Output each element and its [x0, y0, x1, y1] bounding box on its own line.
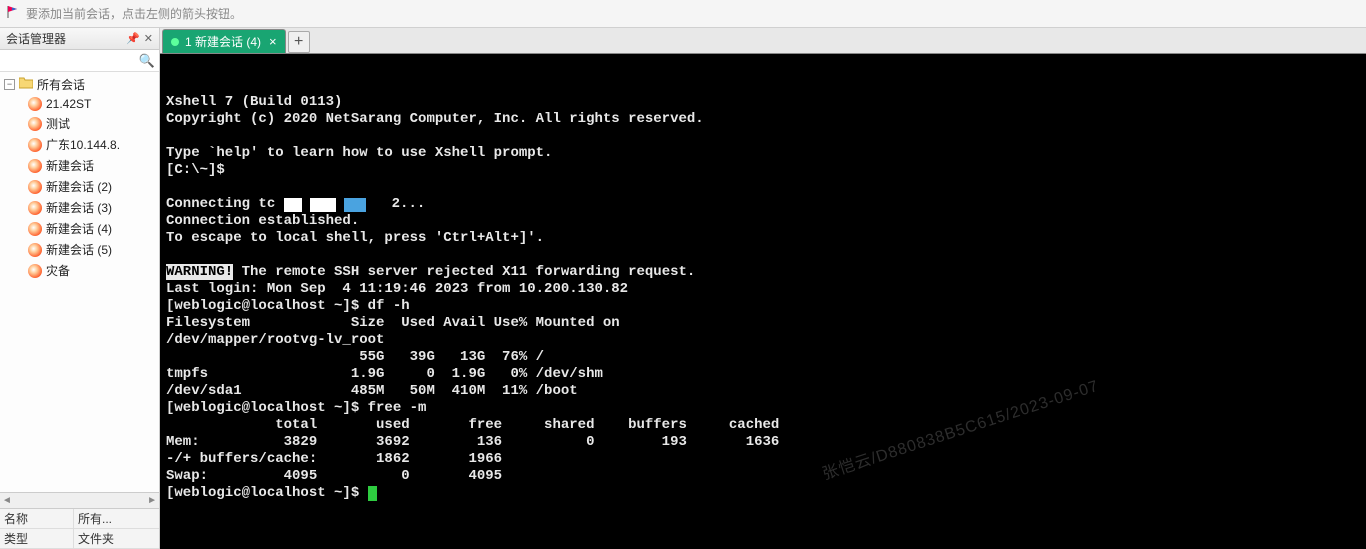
session-icon — [28, 201, 42, 215]
session-icon — [28, 243, 42, 257]
session-item[interactable]: 新建会话 — [0, 155, 159, 176]
prop-value-name: 所有... — [74, 510, 112, 527]
session-item[interactable]: 广东10.144.8. — [0, 134, 159, 155]
cursor — [368, 486, 377, 501]
tab-active[interactable]: 1 新建会话 (4) × — [162, 29, 286, 53]
terminal-line: Xshell 7 (Build 0113) — [166, 94, 1360, 111]
terminal-line: /dev/mapper/rootvg-lv_root — [166, 332, 1360, 349]
prop-row: 类型 文件夹 — [0, 529, 159, 549]
terminal-line: 55G 39G 13G 76% / — [166, 349, 1360, 366]
scroll-right-icon[interactable]: ► — [147, 495, 157, 506]
tree-root-label: 所有会话 — [37, 76, 85, 93]
hint-text: 要添加当前会话，点击左侧的箭头按钮。 — [26, 5, 242, 22]
session-item[interactable]: 新建会话 (5) — [0, 239, 159, 260]
terminal-line: [weblogic@localhost ~]$ free -m — [166, 400, 1360, 417]
terminal-line: [weblogic@localhost ~]$ — [166, 485, 1360, 502]
terminal-line: total used free shared buffers cached — [166, 417, 1360, 434]
session-manager-panel: 会话管理器 📌 ✕ 🔍 − 所有会话 21.42ST 测试 广东10.144.8… — [0, 28, 160, 549]
close-panel-icon[interactable]: ✕ — [144, 32, 153, 45]
sidebar-title: 会话管理器 — [6, 30, 66, 47]
tab-title: 1 新建会话 (4) — [185, 33, 261, 50]
tab-bar: 1 新建会话 (4) × + — [160, 28, 1366, 54]
status-dot-icon — [171, 38, 179, 46]
session-item[interactable]: 灾备 — [0, 260, 159, 281]
terminal-line — [166, 247, 1360, 264]
sidebar-search[interactable]: 🔍 — [0, 50, 159, 72]
new-tab-button[interactable]: + — [288, 31, 310, 53]
session-icon — [28, 117, 42, 131]
pin-icon[interactable]: 📌 — [126, 32, 140, 45]
sidebar-header: 会话管理器 📌 ✕ — [0, 28, 159, 50]
terminal-line: Filesystem Size Used Avail Use% Mounted … — [166, 315, 1360, 332]
session-icon — [28, 264, 42, 278]
session-icon — [28, 159, 42, 173]
tree-root[interactable]: − 所有会话 — [0, 74, 159, 95]
terminal-line: tmpfs 1.9G 0 1.9G 0% /dev/shm — [166, 366, 1360, 383]
terminal-line: Swap: 4095 0 4095 — [166, 468, 1360, 485]
session-icon — [28, 97, 42, 111]
terminal-line: [C:\~]$ — [166, 162, 1360, 179]
session-item[interactable]: 新建会话 (4) — [0, 218, 159, 239]
close-tab-icon[interactable]: × — [269, 34, 277, 49]
terminal-line: -/+ buffers/cache: 1862 1966 — [166, 451, 1360, 468]
terminal-line: Copyright (c) 2020 NetSarang Computer, I… — [166, 111, 1360, 128]
terminal-line: [weblogic@localhost ~]$ df -h — [166, 298, 1360, 315]
session-item[interactable]: 21.42ST — [0, 95, 159, 113]
session-icon — [28, 180, 42, 194]
search-icon: 🔍 — [139, 53, 155, 69]
hint-bar: 要添加当前会话，点击左侧的箭头按钮。 — [0, 0, 1366, 28]
prop-label-type: 类型 — [0, 529, 74, 548]
session-tree: − 所有会话 21.42ST 测试 广东10.144.8. 新建会话 新建会话 … — [0, 72, 159, 492]
terminal-line: Connecting tc 2... — [166, 196, 1360, 213]
terminal-line — [166, 179, 1360, 196]
session-item[interactable]: 测试 — [0, 113, 159, 134]
session-item[interactable]: 新建会话 (2) — [0, 176, 159, 197]
content-area: 1 新建会话 (4) × + Xshell 7 (Build 0113)Copy… — [160, 28, 1366, 549]
session-icon — [28, 138, 42, 152]
session-item[interactable]: 新建会话 (3) — [0, 197, 159, 218]
folder-icon — [19, 77, 33, 92]
terminal-line: Type `help' to learn how to use Xshell p… — [166, 145, 1360, 162]
prop-value-type: 文件夹 — [74, 530, 114, 547]
terminal-line: Last login: Mon Sep 4 11:19:46 2023 from… — [166, 281, 1360, 298]
flag-icon — [6, 5, 20, 22]
terminal-line: /dev/sda1 485M 50M 410M 11% /boot — [166, 383, 1360, 400]
terminal-line — [166, 128, 1360, 145]
session-icon — [28, 222, 42, 236]
prop-label-name: 名称 — [0, 509, 74, 528]
terminal-output[interactable]: Xshell 7 (Build 0113)Copyright (c) 2020 … — [160, 54, 1366, 549]
prop-row: 名称 所有... — [0, 509, 159, 529]
terminal-line: Connection established. — [166, 213, 1360, 230]
scroll-left-icon[interactable]: ◄ — [2, 495, 12, 506]
terminal-line: WARNING! The remote SSH server rejected … — [166, 264, 1360, 281]
properties-grid: 名称 所有... 类型 文件夹 — [0, 509, 159, 549]
terminal-line: Mem: 3829 3692 136 0 193 1636 — [166, 434, 1360, 451]
collapse-icon[interactable]: − — [4, 79, 15, 90]
terminal-line: To escape to local shell, press 'Ctrl+Al… — [166, 230, 1360, 247]
horizontal-scrollbar[interactable]: ◄► — [0, 493, 159, 509]
